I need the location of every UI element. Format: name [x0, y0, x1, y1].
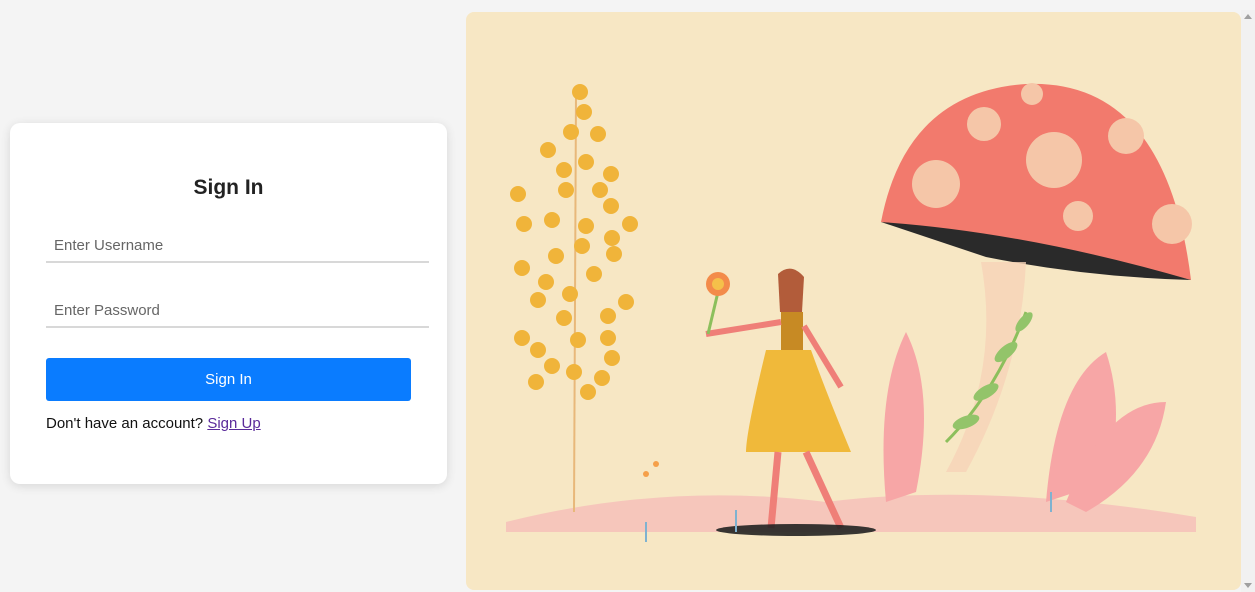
girl-figure: [705, 268, 851, 530]
signup-prompt-text: Don't have an account?: [46, 415, 204, 432]
signin-card: Sign In Sign In Don't have an account? S…: [10, 123, 447, 484]
mushroom-illustration: [506, 83, 1196, 542]
signup-prompt: Don't have an account? Sign Up: [46, 415, 261, 432]
signup-link[interactable]: Sign Up: [207, 415, 260, 432]
username-input[interactable]: [46, 229, 429, 263]
signin-title: Sign In: [193, 176, 264, 199]
page-scrollbar[interactable]: [1241, 10, 1255, 592]
signin-button[interactable]: Sign In: [46, 358, 411, 401]
scroll-down-icon[interactable]: [1244, 583, 1252, 588]
illustration: [466, 12, 1241, 590]
password-input[interactable]: [46, 294, 429, 328]
scroll-up-icon[interactable]: [1244, 14, 1252, 19]
